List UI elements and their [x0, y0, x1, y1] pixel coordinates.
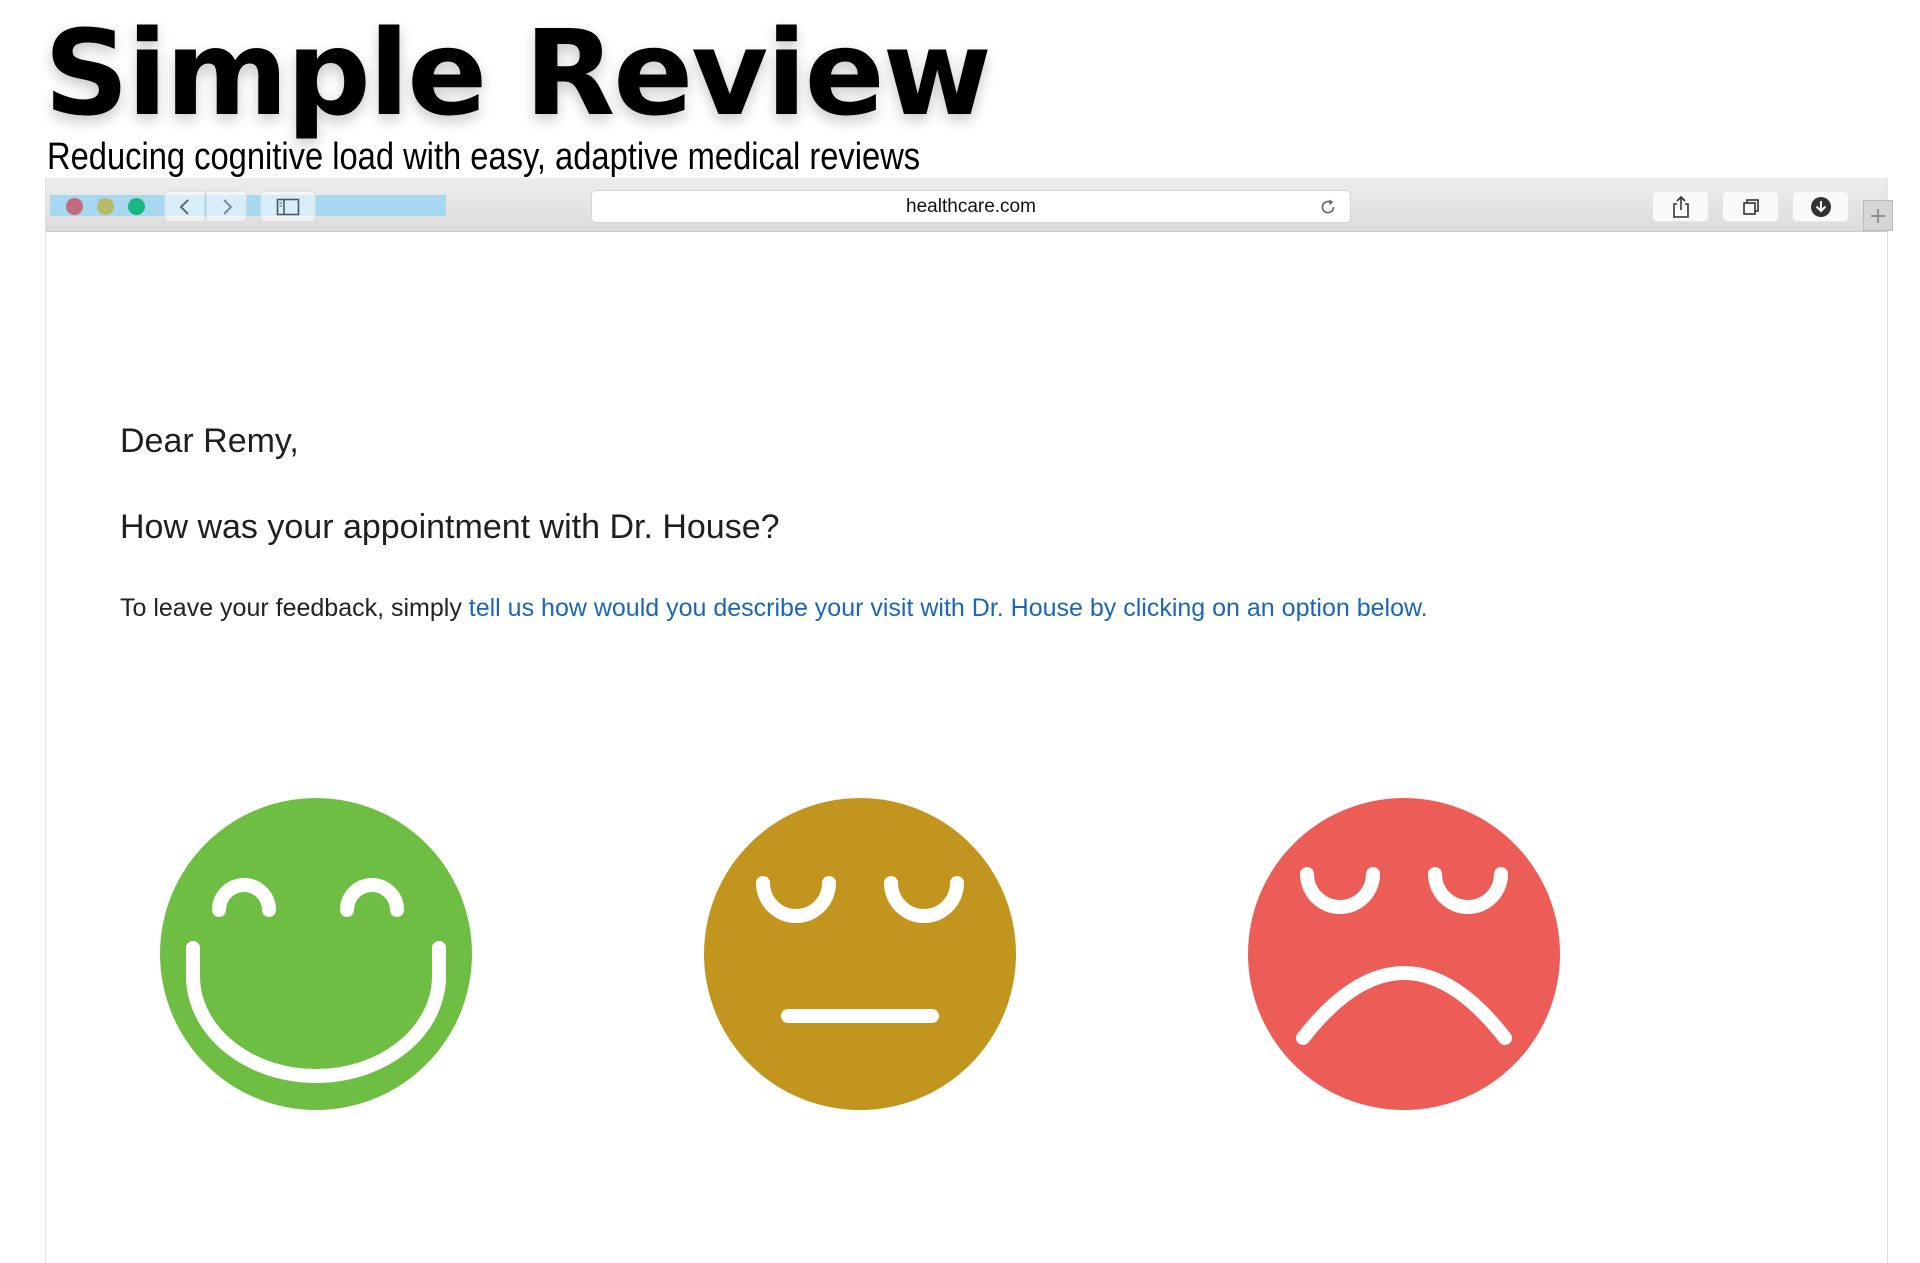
sad-face-icon: [1248, 798, 1560, 1110]
happy-face-icon: [160, 798, 472, 1110]
url-text: healthcare.com: [906, 196, 1036, 217]
greeting-text: Dear Remy,: [120, 422, 299, 460]
download-icon: [1810, 196, 1831, 217]
page-content: Dear Remy, How was your appointment with…: [46, 232, 1887, 1263]
question-text: How was your appointment with Dr. House?: [120, 508, 780, 546]
address-bar[interactable]: healthcare.com: [591, 190, 1351, 223]
zoom-window-button[interactable]: [128, 198, 145, 215]
happy-face-button[interactable]: [160, 798, 472, 1110]
sidebar-button[interactable]: [260, 191, 316, 222]
chevron-right-icon: [222, 198, 232, 215]
tabs-button[interactable]: [1722, 191, 1779, 222]
close-window-button[interactable]: [66, 198, 83, 215]
chevron-left-icon: [179, 198, 189, 215]
neutral-face-button[interactable]: [704, 798, 1016, 1110]
instructions-text: To leave your feedback, simply tell us h…: [120, 594, 1428, 623]
instructions-prefix: To leave your feedback, simply: [120, 594, 469, 622]
neutral-face-icon: [704, 798, 1016, 1110]
page-subtitle: Reducing cognitive load with easy, adapt…: [47, 136, 921, 178]
forward-button[interactable]: [206, 191, 247, 222]
tabs-icon: [1742, 198, 1759, 215]
reload-icon[interactable]: [1318, 197, 1338, 217]
back-button[interactable]: [164, 191, 205, 222]
page: Simple Review Reducing cognitive load wi…: [0, 0, 1920, 1263]
download-button[interactable]: [1792, 191, 1849, 222]
new-tab-button[interactable]: [1863, 200, 1893, 231]
sad-face-button[interactable]: [1248, 798, 1560, 1110]
share-icon: [1672, 195, 1689, 218]
sidebar-icon: [276, 198, 300, 215]
browser-toolbar: healthcare.com: [46, 178, 1893, 232]
browser-window: healthcare.com Dear Remy, How was your a…: [45, 178, 1893, 1263]
page-title: Simple Review: [44, 4, 992, 142]
share-button[interactable]: [1652, 191, 1709, 222]
instructions-link[interactable]: tell us how would you describe your visi…: [469, 594, 1428, 622]
plus-icon: [1871, 208, 1885, 223]
minimize-window-button[interactable]: [97, 198, 114, 215]
